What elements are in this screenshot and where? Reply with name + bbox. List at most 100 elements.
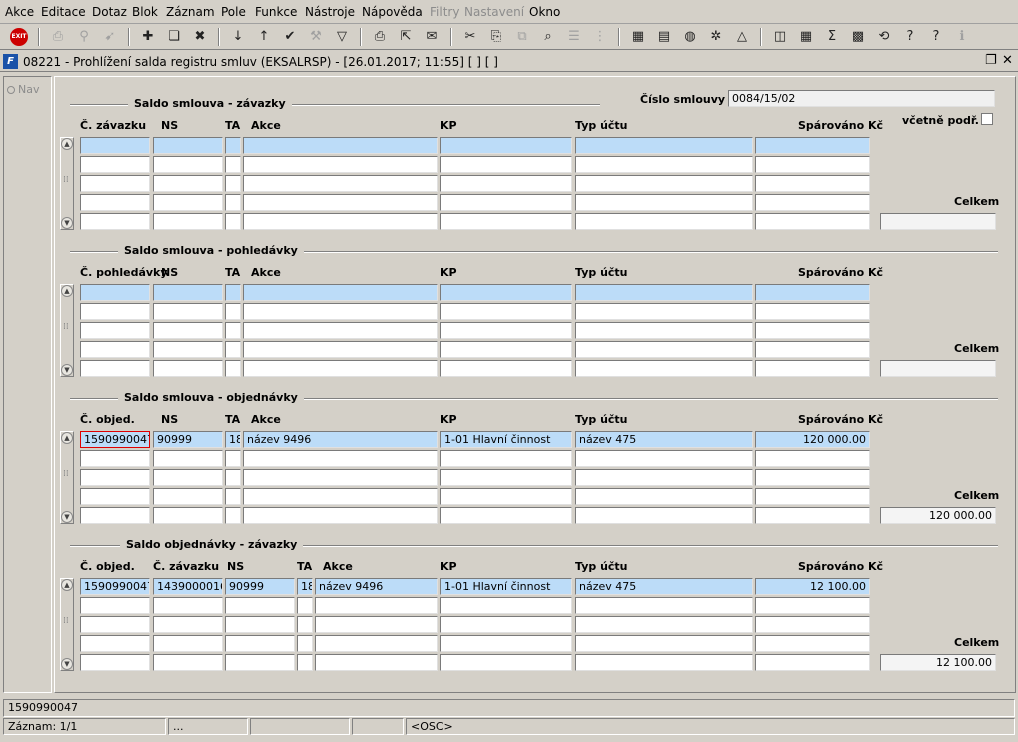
settings-icon[interactable]: ✲ — [706, 27, 726, 47]
table-cell[interactable] — [575, 507, 753, 524]
table-cell[interactable] — [225, 597, 295, 614]
confirm-icon[interactable]: ✔ — [280, 27, 300, 47]
table-cell[interactable]: 1-01 Hlavní činnost — [440, 431, 572, 448]
scroll-up-icon[interactable]: ▲ — [61, 579, 73, 591]
copy-icon[interactable]: ⧉ — [512, 27, 532, 47]
send-icon[interactable]: ➹ — [100, 27, 120, 47]
table-cell[interactable] — [440, 597, 572, 614]
table-cell[interactable] — [153, 322, 223, 339]
table-cell[interactable] — [225, 488, 241, 505]
table-cell[interactable] — [755, 175, 870, 192]
table-cell[interactable] — [755, 360, 870, 377]
table-cell[interactable] — [243, 507, 438, 524]
scroll-grip-icon[interactable]: ⁞⁞ — [63, 470, 69, 479]
table-cell[interactable] — [153, 469, 223, 486]
table-cell[interactable] — [755, 194, 870, 211]
help-icon[interactable]: ? — [900, 27, 920, 47]
table-cell[interactable] — [575, 469, 753, 486]
table-cell[interactable]: 12 100.00 — [755, 578, 870, 595]
table-cell[interactable] — [153, 488, 223, 505]
record-copy-icon[interactable]: ❏ — [164, 27, 184, 47]
table-cell[interactable] — [80, 137, 150, 154]
table-cell[interactable] — [440, 469, 572, 486]
cut-icon[interactable]: ✂ — [460, 27, 480, 47]
table-cell[interactable]: název 9496 — [315, 578, 438, 595]
table-cell[interactable]: 18 — [297, 578, 313, 595]
list-icon[interactable]: ☰ — [564, 27, 584, 47]
table-cell[interactable]: 1590990047 — [80, 431, 150, 448]
total-field[interactable] — [880, 213, 996, 230]
table-cell[interactable] — [755, 322, 870, 339]
table-cell[interactable] — [440, 654, 572, 671]
scroll-down-icon[interactable]: ▼ — [61, 217, 73, 229]
table-cell[interactable] — [225, 507, 241, 524]
globe-icon[interactable]: ◍ — [680, 27, 700, 47]
table-cell[interactable] — [80, 284, 150, 301]
table-cell[interactable] — [315, 616, 438, 633]
excel-icon[interactable]: ▩ — [848, 27, 868, 47]
print-icon[interactable]: ⎙ — [48, 27, 68, 47]
table-cell[interactable] — [225, 175, 241, 192]
total-field[interactable] — [880, 360, 996, 377]
table-cell[interactable] — [225, 341, 241, 358]
calculator-icon[interactable]: ▦ — [628, 27, 648, 47]
table-cell[interactable] — [225, 469, 241, 486]
table-cell[interactable] — [153, 213, 223, 230]
tree-icon[interactable]: ⋮ — [590, 27, 610, 47]
triangle-icon[interactable]: △ — [732, 27, 752, 47]
table-cell[interactable] — [315, 635, 438, 652]
table-cell[interactable] — [755, 654, 870, 671]
info-icon[interactable]: ? — [926, 27, 946, 47]
table-cell[interactable] — [440, 360, 572, 377]
close-window-icon[interactable]: ✕ — [1002, 53, 1013, 68]
scroll-down-icon[interactable]: ▼ — [61, 658, 73, 670]
table-cell[interactable] — [225, 194, 241, 211]
table-cell[interactable] — [297, 635, 313, 652]
printer-icon[interactable]: ⎙ — [370, 27, 390, 47]
table-cell[interactable] — [225, 360, 241, 377]
table-cell[interactable] — [440, 341, 572, 358]
table-cell[interactable] — [440, 616, 572, 633]
table-cell[interactable] — [153, 616, 223, 633]
restore-window-icon[interactable]: ❐ — [985, 53, 997, 68]
table-cell[interactable] — [575, 284, 753, 301]
table-cell[interactable] — [575, 616, 753, 633]
table-cell[interactable] — [80, 654, 150, 671]
menu-dotaz[interactable]: Dotaz — [92, 5, 127, 19]
table-cell[interactable] — [575, 322, 753, 339]
sort-desc-icon[interactable]: ↑ — [254, 27, 274, 47]
table-cell[interactable] — [575, 156, 753, 173]
table-cell[interactable] — [575, 360, 753, 377]
exit-icon[interactable]: EXIT — [10, 28, 28, 46]
scroll-up-icon[interactable]: ▲ — [61, 138, 73, 150]
table-cell[interactable] — [755, 137, 870, 154]
contract-number-field[interactable]: 0084/15/02 — [728, 90, 995, 107]
table-cell[interactable] — [297, 654, 313, 671]
table-cell[interactable] — [755, 213, 870, 230]
table-scrollbar[interactable]: ▲ ⁞⁞ ▼ — [60, 137, 74, 230]
table-cell[interactable]: název 9496 — [243, 431, 438, 448]
table-cell[interactable] — [80, 616, 150, 633]
table-cell[interactable] — [575, 450, 753, 467]
table-cell[interactable] — [153, 341, 223, 358]
table-cell[interactable] — [80, 341, 150, 358]
table-icon[interactable]: ▦ — [796, 27, 816, 47]
table-cell[interactable]: 120 000.00 — [755, 431, 870, 448]
table-cell[interactable] — [243, 469, 438, 486]
filter-icon[interactable]: ▽ — [332, 27, 352, 47]
table-scrollbar[interactable]: ▲ ⁞⁞ ▼ — [60, 284, 74, 377]
table-cell[interactable]: 1590990047 — [80, 578, 150, 595]
menu-akce[interactable]: Akce — [5, 5, 34, 19]
table-cell[interactable] — [225, 137, 241, 154]
table-cell[interactable] — [440, 303, 572, 320]
nav-item[interactable]: Nav — [7, 83, 39, 96]
table-cell[interactable] — [243, 156, 438, 173]
table-cell[interactable] — [575, 654, 753, 671]
export-icon[interactable]: ⇱ — [396, 27, 416, 47]
tools-icon[interactable]: ⚒ — [306, 27, 326, 47]
scroll-up-icon[interactable]: ▲ — [61, 432, 73, 444]
table-cell[interactable] — [225, 284, 241, 301]
table-cell[interactable] — [243, 322, 438, 339]
table-cell[interactable] — [153, 303, 223, 320]
table-cell[interactable] — [315, 654, 438, 671]
